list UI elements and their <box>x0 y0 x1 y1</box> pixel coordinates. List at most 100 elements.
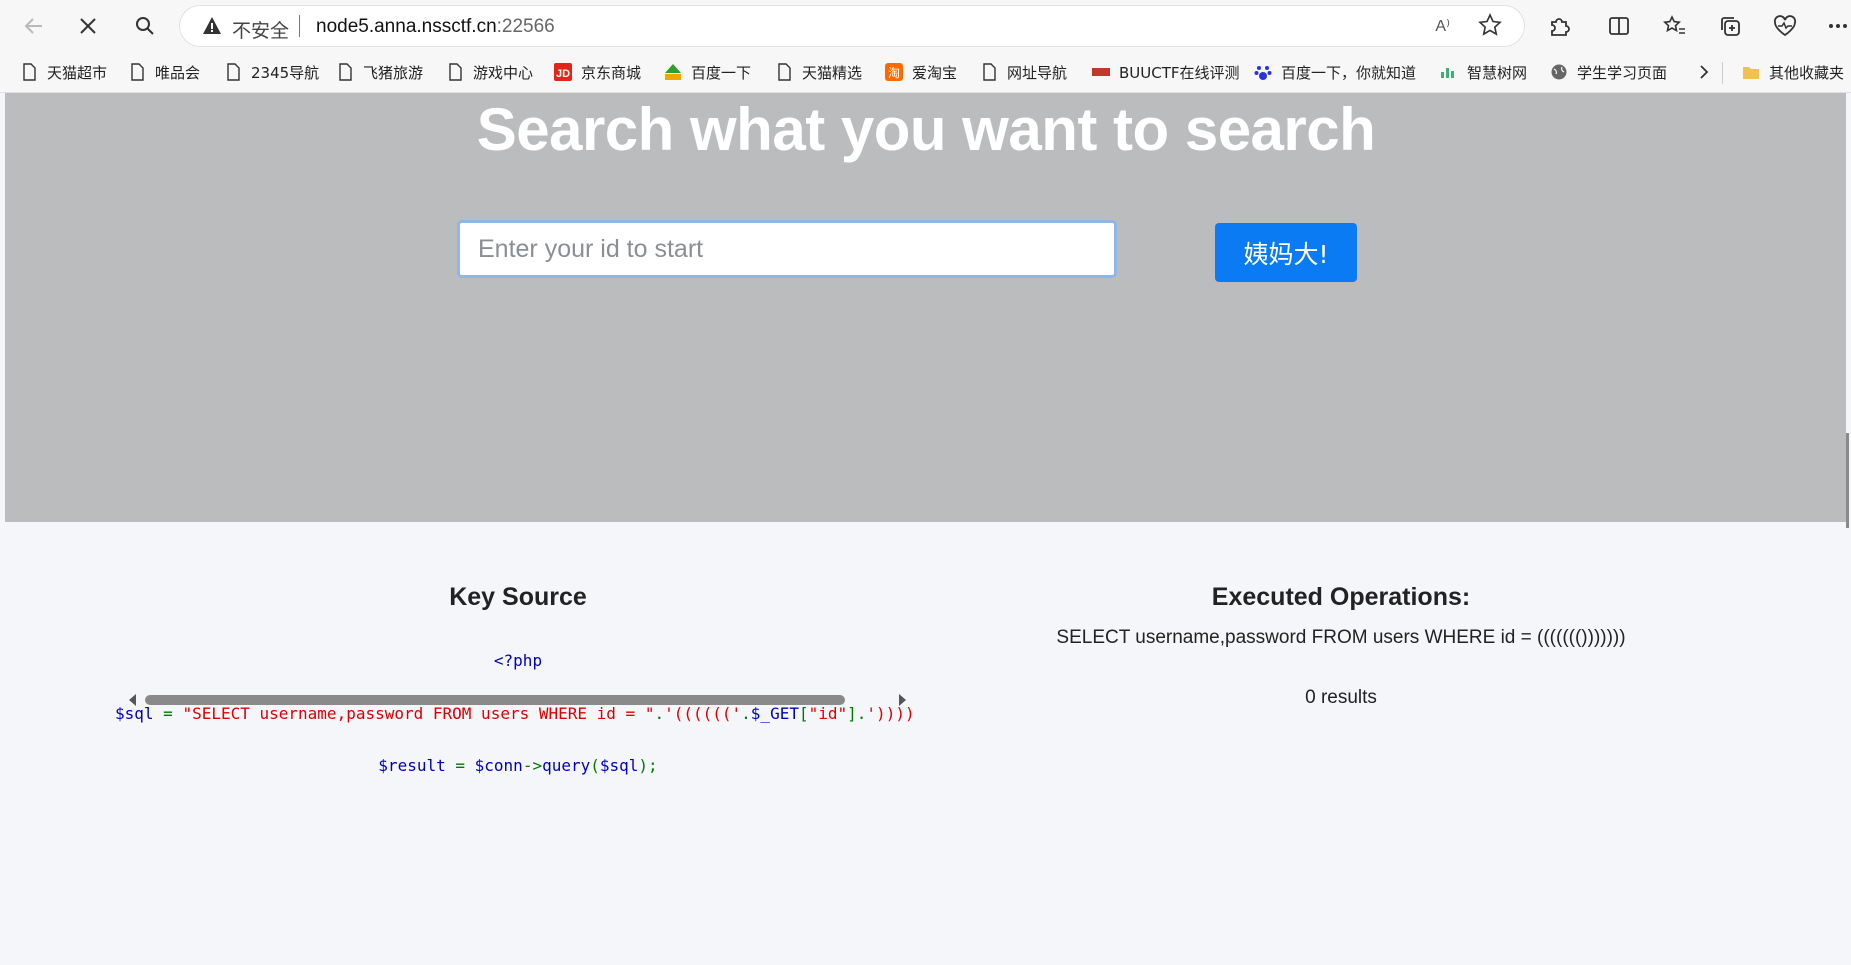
bookmark-label: 飞猪旅游 <box>363 63 424 82</box>
code-line-query: $result = $conn->query($sql); <box>118 756 918 775</box>
bookmark-item[interactable]: 百度一下 <box>664 60 751 84</box>
hero-title: Search what you want to search <box>476 96 1376 163</box>
bookmark-item[interactable]: 淘爱淘宝 <box>885 60 957 84</box>
heart-pulse-icon <box>1773 15 1797 37</box>
insecure-label[interactable]: 不安全 <box>232 16 289 43</box>
bookmark-label: 唯品会 <box>155 63 201 82</box>
results-count: 0 results <box>1305 687 1377 708</box>
bookmark-item[interactable]: 学生学习页面 <box>1550 60 1667 84</box>
bookmark-item[interactable]: 飞猪旅游 <box>336 60 423 84</box>
bookmark-item[interactable]: 游戏中心 <box>446 60 533 84</box>
code-token: -> <box>522 756 543 775</box>
extensions-button[interactable] <box>1541 8 1577 44</box>
bookmark-label: 爱淘宝 <box>912 63 958 82</box>
chevron-right-icon[interactable] <box>1698 64 1710 80</box>
id-search-input[interactable] <box>457 220 1117 278</box>
browser-essentials-button[interactable] <box>1767 8 1803 44</box>
bookmark-label: 百度一下 <box>691 63 752 82</box>
code-token: $sql <box>599 756 639 775</box>
bookmarks-bar: 天猫超市 唯品会 2345导航 飞猪旅游 游戏中心 JD 京东商城 百度一下 天猫… <box>0 52 1851 93</box>
address-bar[interactable]: 不安全 node5.anna.nssctf.cn:22566 A⁾ <box>180 6 1524 46</box>
svg-text:淘: 淘 <box>888 66 900 80</box>
page-icon <box>23 63 36 81</box>
taobao-logo-icon: 淘 <box>885 63 903 81</box>
favorite-star-icon[interactable] <box>1478 13 1502 37</box>
bookmark-item[interactable]: 2345导航 <box>224 60 319 84</box>
search-submit-button[interactable]: 姨妈大! <box>1215 223 1357 282</box>
php-open-tag: <?php <box>493 651 543 670</box>
jd-logo-icon: JD <box>554 63 572 81</box>
split-screen-icon <box>1609 17 1629 35</box>
bookmark-label: 百度一下，你就知道 <box>1281 63 1417 82</box>
code-token: $conn <box>474 756 523 775</box>
page-icon <box>131 63 144 81</box>
url-text[interactable]: node5.anna.nssctf.cn:22566 <box>316 16 555 38</box>
bookmark-label: 网址导航 <box>1007 63 1068 82</box>
page-icon <box>227 63 240 81</box>
hero-section: Search what you want to search 姨妈大! <box>5 93 1847 522</box>
bookmark-label: 2345导航 <box>251 63 320 82</box>
bookmark-item[interactable]: 天猫超市 <box>20 60 107 84</box>
bookmark-item[interactable]: 网址导航 <box>980 60 1067 84</box>
zhihuishu-logo-icon <box>1441 68 1454 78</box>
puzzle-icon <box>1551 18 1570 36</box>
read-aloud-icon[interactable]: A⁾ <box>1435 16 1450 36</box>
executed-query-text: SELECT username,password FROM users WHER… <box>1056 627 1626 648</box>
bookmark-item[interactable]: BUUCTF在线评测 <box>1092 60 1240 84</box>
bookmark-item[interactable]: 天猫精选 <box>775 60 862 84</box>
other-favorites-folder[interactable]: 其他收藏夹 <box>1742 60 1844 84</box>
page-scrollbar-thumb[interactable] <box>1846 433 1849 528</box>
scroll-right-arrow-icon[interactable] <box>897 694 907 706</box>
url-host: node5.anna.nssctf.cn <box>316 16 497 37</box>
page-content: Search what you want to search 姨妈大! Key … <box>5 93 1847 965</box>
bookmark-item[interactable]: 百度一下，你就知道 <box>1254 60 1416 84</box>
code-token: ); <box>638 756 658 775</box>
favorites-list-icon <box>1663 15 1685 34</box>
search-icon <box>136 17 154 35</box>
executed-operations-heading: Executed Operations: <box>1211 583 1471 611</box>
bookmark-label: 天猫精选 <box>802 63 863 82</box>
back-button[interactable] <box>16 8 52 44</box>
page-vertical-scrollbar[interactable] <box>1846 93 1851 965</box>
code-horizontal-scrollbar[interactable] <box>126 691 916 709</box>
more-menu-button[interactable] <box>1820 8 1851 44</box>
scroll-left-arrow-icon[interactable] <box>128 694 138 706</box>
browser-toolbar: 不安全 node5.anna.nssctf.cn:22566 A⁾ <box>0 0 1851 52</box>
svg-text:JD: JD <box>556 68 570 80</box>
bookmark-label: 学生学习页面 <box>1577 63 1668 82</box>
collections-button[interactable] <box>1712 8 1748 44</box>
warning-icon[interactable] <box>202 16 222 36</box>
bookmark-item[interactable]: 唯品会 <box>128 60 200 84</box>
address-separator <box>299 15 300 37</box>
code-line-open-tag: <?php <box>118 651 918 670</box>
bookmark-label: 其他收藏夹 <box>1769 63 1845 82</box>
split-screen-button[interactable] <box>1601 8 1637 44</box>
2345-logo-icon <box>665 64 681 80</box>
collections-icon <box>1721 17 1740 36</box>
baidu-paw-icon <box>1254 66 1272 80</box>
page-icon <box>449 63 462 81</box>
bookmark-label: 京东商城 <box>581 63 642 82</box>
bookmark-label: 游戏中心 <box>473 63 534 82</box>
code-token: $result <box>378 756 446 775</box>
code-token: query <box>542 756 591 775</box>
key-source-heading: Key Source <box>449 583 587 611</box>
page-icon <box>778 63 791 81</box>
bookmark-label: 天猫超市 <box>47 63 108 82</box>
favorites-button[interactable] <box>1657 8 1693 44</box>
close-icon <box>80 18 96 34</box>
code-token: = <box>445 756 475 775</box>
back-arrow-icon <box>24 18 42 34</box>
bookmark-item[interactable]: 智慧树网 <box>1440 60 1527 84</box>
buuctf-logo-icon <box>1092 68 1110 76</box>
bookmark-item[interactable]: JD 京东商城 <box>554 60 641 84</box>
bookmark-label: 智慧树网 <box>1467 63 1528 82</box>
page-icon <box>339 63 352 81</box>
stop-loading-button[interactable] <box>70 8 106 44</box>
code-token: ( <box>590 756 600 775</box>
folder-icon <box>1743 67 1759 79</box>
search-button[interactable] <box>127 8 163 44</box>
page-icon <box>983 63 996 81</box>
scrollbar-thumb[interactable] <box>145 695 845 705</box>
globe-icon <box>1551 64 1567 80</box>
